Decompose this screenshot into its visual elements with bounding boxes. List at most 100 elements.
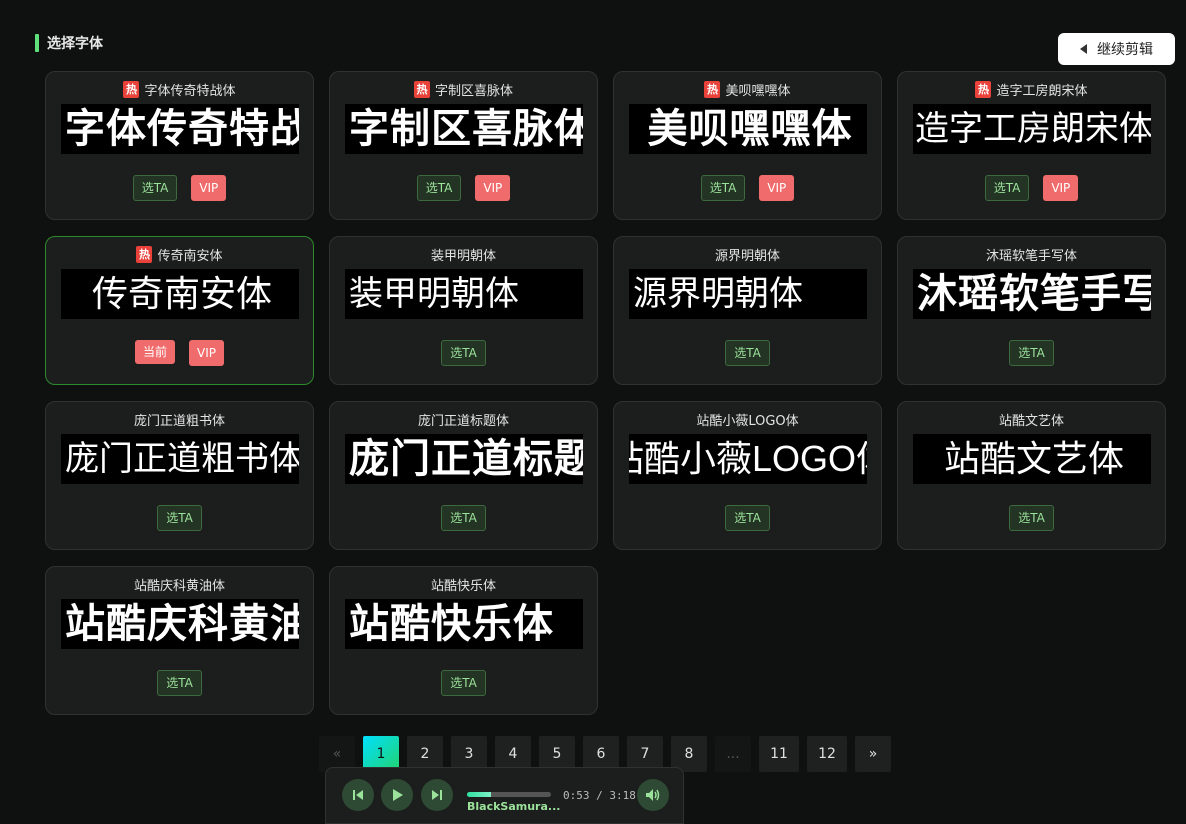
font-card[interactable]: 热字制区喜脉体 字制区喜脉体 选TA VIP: [329, 71, 598, 220]
font-preview: 字体传奇特战体: [61, 104, 299, 154]
skip-previous-icon[interactable]: [342, 779, 374, 811]
font-preview: 美呗嘿嘿体: [629, 104, 867, 154]
font-card[interactable]: 站酷文艺体 站酷文艺体 选TA: [897, 401, 1166, 550]
font-preview-text: 沐瑶软笔手写体: [917, 271, 1151, 317]
font-card-title: 热造字工房朗宋体: [898, 80, 1165, 99]
select-font-button[interactable]: 选TA: [157, 505, 202, 531]
select-font-button[interactable]: 选TA: [984, 175, 1030, 201]
font-card-actions: 选TA VIP: [330, 175, 597, 201]
font-card-actions: 选TA: [330, 670, 597, 696]
font-card-title: 热字体传奇特战体: [46, 80, 313, 99]
font-card-title: 站酷快乐体: [330, 575, 597, 594]
hot-badge: 热: [123, 81, 140, 98]
font-preview: 站酷快乐体: [345, 599, 583, 649]
playback-progress-fill: [467, 792, 491, 797]
font-card-actions: 选TA: [898, 340, 1165, 366]
font-name: 美呗嘿嘿体: [725, 84, 791, 99]
font-card[interactable]: 装甲明朝体 装甲明朝体 选TA: [329, 236, 598, 385]
font-name: 沐瑶软笔手写体: [985, 249, 1077, 264]
font-preview-text: 庞门正道粗书体: [65, 439, 299, 479]
font-preview-text: 装甲明朝体: [349, 274, 519, 314]
continue-edit-button[interactable]: 继续剪辑: [1058, 33, 1175, 65]
font-preview-text: 源界明朝体: [633, 274, 803, 314]
track-name: BlackSamura...: [467, 800, 561, 813]
vip-badge: VIP: [759, 175, 795, 201]
font-card[interactable]: 沐瑶软笔手写体沐瑶软笔手写体选TA: [897, 236, 1166, 385]
font-name: 站酷快乐体: [430, 579, 496, 594]
playback-time: 0:53 / 3:18: [563, 789, 636, 802]
vip-badge: VIP: [191, 175, 227, 201]
play-icon[interactable]: [381, 779, 413, 811]
hot-badge: 热: [704, 81, 721, 98]
font-preview-text: 造字工房朗宋体: [915, 109, 1151, 149]
font-preview: 造字工房朗宋体: [913, 104, 1151, 154]
font-preview: 源界明朝体: [629, 269, 867, 319]
font-name: 造字工房朗宋体: [996, 84, 1088, 99]
font-name: 庞门正道标题体: [417, 414, 509, 429]
select-font-button[interactable]: 选TA: [157, 670, 202, 696]
select-font-button[interactable]: 选TA: [1009, 505, 1054, 531]
select-font-button[interactable]: 选TA: [441, 340, 486, 366]
font-card[interactable]: 庞门正道标题体庞门正道标题体选TA: [329, 401, 598, 550]
font-card[interactable]: 热美呗嘿嘿体 美呗嘿嘿体 选TA VIP: [613, 71, 882, 220]
font-card[interactable]: 源界明朝体 源界明朝体 选TA: [613, 236, 882, 385]
page-button[interactable]: 12: [807, 736, 847, 772]
title-accent-bar: [35, 34, 39, 52]
select-font-button[interactable]: 选TA: [441, 505, 486, 531]
skip-next-icon[interactable]: [421, 779, 453, 811]
section-title-text: 选择字体: [47, 36, 103, 52]
page-next-button[interactable]: »: [855, 736, 891, 772]
font-card-actions: 选TA: [614, 505, 881, 531]
font-preview-text: 传奇南安体: [91, 273, 272, 314]
font-card[interactable]: 站酷小薇LOGO体站酷小薇LOGO体选TA: [613, 401, 882, 550]
font-preview-text: 站酷快乐体: [349, 601, 554, 647]
volume-icon[interactable]: [637, 779, 669, 811]
hot-badge: 热: [975, 81, 992, 98]
music-player: BlackSamura... 0:53 / 3:18: [325, 767, 684, 824]
font-name: 字体传奇特战体: [144, 84, 236, 99]
font-card-title: 站酷庆科黄油体: [46, 575, 313, 594]
select-font-button[interactable]: 选TA: [416, 175, 462, 201]
select-font-button[interactable]: 选TA: [1009, 340, 1054, 366]
font-card[interactable]: 庞门正道粗书体 庞门正道粗书体 选TA: [45, 401, 314, 550]
current-badge: 当前: [135, 340, 176, 364]
playback-progress-bar[interactable]: [467, 792, 551, 797]
font-name: 站酷文艺体: [998, 414, 1064, 429]
font-card[interactable]: 站酷庆科黄油体站酷庆科黄油体选TA: [45, 566, 314, 715]
page-button[interactable]: 11: [759, 736, 799, 772]
font-preview-text: 字体传奇特战体: [65, 106, 299, 152]
font-card[interactable]: 热字体传奇特战体字体传奇特战体选TAVIP: [45, 71, 314, 220]
font-card-title: 站酷文艺体: [898, 410, 1165, 429]
font-card-title: 热字制区喜脉体: [330, 80, 597, 99]
font-card[interactable]: 热造字工房朗宋体 造字工房朗宋体 选TA VIP: [897, 71, 1166, 220]
font-card-title: 源界明朝体: [614, 245, 881, 264]
select-font-button[interactable]: 选TA: [700, 175, 746, 201]
font-name: 字制区喜脉体: [434, 84, 513, 99]
font-name: 源界明朝体: [714, 249, 780, 264]
font-card-actions: 选TA: [330, 340, 597, 366]
font-card-title: 沐瑶软笔手写体: [898, 245, 1165, 264]
font-card-title: 庞门正道粗书体: [46, 410, 313, 429]
font-name: 庞门正道粗书体: [133, 414, 225, 429]
font-preview: 庞门正道标题体: [345, 434, 583, 484]
font-card-title: 热美呗嘿嘿体: [614, 80, 881, 99]
font-card-actions: 选TA: [46, 670, 313, 696]
select-font-button[interactable]: 选TA: [441, 670, 486, 696]
font-card[interactable]: 站酷快乐体 站酷快乐体 选TA: [329, 566, 598, 715]
font-preview-text: 庞门正道标题体: [349, 436, 583, 482]
font-preview-text: 字制区喜脉体: [349, 106, 583, 152]
select-font-button[interactable]: 选TA: [725, 340, 770, 366]
vip-badge: VIP: [1043, 175, 1079, 201]
select-font-button[interactable]: 选TA: [725, 505, 770, 531]
font-card-title: 庞门正道标题体: [330, 410, 597, 429]
font-preview: 站酷文艺体: [913, 434, 1151, 484]
font-card-title: 站酷小薇LOGO体: [614, 410, 881, 429]
font-card-title: 装甲明朝体: [330, 245, 597, 264]
font-name: 传奇南安体: [157, 249, 223, 264]
select-font-button[interactable]: 选TA: [132, 175, 178, 201]
font-name: 装甲明朝体: [430, 249, 496, 264]
font-preview: 庞门正道粗书体: [61, 434, 299, 484]
font-grid: 热字体传奇特战体字体传奇特战体选TAVIP热字制区喜脉体字制区喜脉体选TAVIP…: [45, 71, 1166, 715]
font-card-actions: 选TA: [898, 505, 1165, 531]
font-card[interactable]: 热传奇南安体 传奇南安体 当前 VIP: [45, 236, 314, 385]
